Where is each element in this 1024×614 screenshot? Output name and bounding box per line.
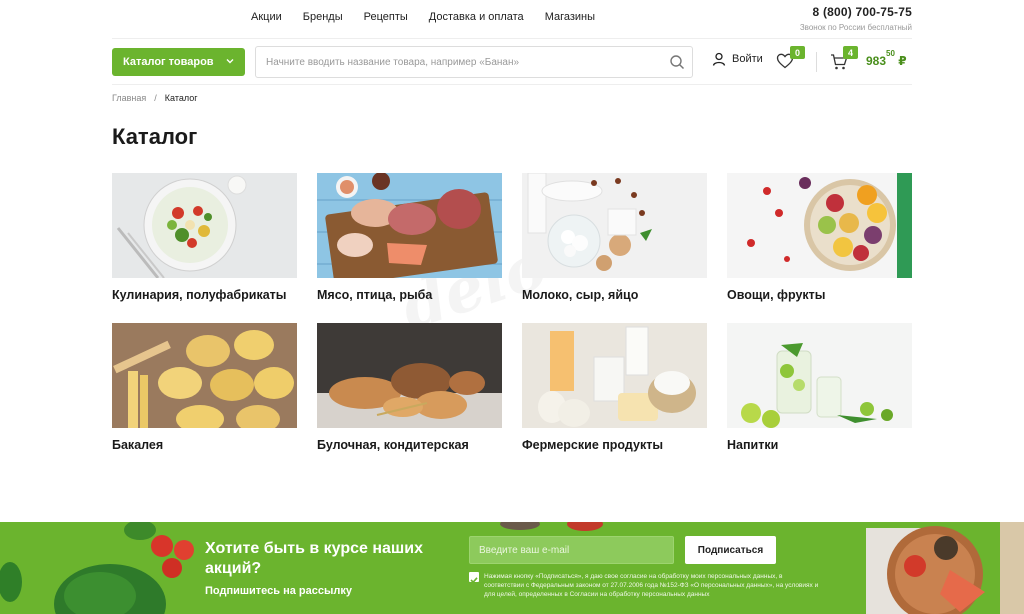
cart-total-kopecks: 50 bbox=[886, 49, 895, 58]
login-label: Войти bbox=[732, 53, 763, 65]
cart-total-main: 983 bbox=[866, 54, 887, 68]
breadcrumb: Главная / Каталог bbox=[112, 93, 198, 103]
nav-item-stores[interactable]: Магазины bbox=[545, 11, 595, 23]
phone-block: 8 (800) 700-75-75 Звонок по России беспл… bbox=[800, 5, 912, 32]
nav-item-recipes[interactable]: Рецепты bbox=[364, 11, 408, 23]
cart-count-badge: 4 bbox=[843, 46, 858, 59]
consent-text: Нажимая кнопку «Подписаться», я даю свое… bbox=[484, 573, 819, 598]
email-field-wrap bbox=[469, 536, 674, 564]
phone-note: Звонок по России бесплатный bbox=[799, 23, 912, 32]
category-image-fruits bbox=[727, 173, 912, 278]
search-icon[interactable] bbox=[669, 54, 685, 70]
category-label: Булочная, кондитерская bbox=[317, 438, 469, 452]
category-label: Фермерские продукты bbox=[522, 438, 663, 452]
email-field[interactable] bbox=[470, 537, 673, 563]
category-card[interactable]: Кулинария, полуфабрикаты bbox=[112, 173, 297, 323]
category-card[interactable]: Мясо, птица, рыба bbox=[317, 173, 502, 323]
category-card[interactable]: Фермерские продукты bbox=[522, 323, 707, 473]
category-card[interactable]: Бакалея bbox=[112, 323, 297, 473]
category-image-bakery bbox=[317, 323, 502, 428]
category-card[interactable]: Молоко, сыр, яйцо bbox=[522, 173, 707, 323]
category-card[interactable]: Булочная, кондитерская bbox=[317, 323, 502, 473]
category-card[interactable]: Напитки bbox=[727, 323, 912, 473]
top-nav: Акции Бренды Рецепты Доставка и оплата М… bbox=[251, 11, 595, 23]
cart-total[interactable]: 98350 ₽ bbox=[866, 49, 907, 68]
category-label: Кулинария, полуфабрикаты bbox=[112, 288, 287, 302]
currency-symbol: ₽ bbox=[898, 54, 907, 68]
category-image-dairy bbox=[522, 173, 707, 278]
category-label: Напитки bbox=[727, 438, 779, 452]
category-label: Овощи, фрукты bbox=[727, 288, 826, 302]
divider bbox=[112, 84, 912, 85]
newsletter-subheading: Подпишитесь на рассылку bbox=[205, 585, 352, 597]
category-grid: Кулинария, полуфабрикаты Мясо, птица, ры… bbox=[112, 173, 912, 473]
chevron-down-icon bbox=[226, 59, 234, 64]
category-image-cooking bbox=[112, 173, 297, 278]
breadcrumb-home[interactable]: Главная bbox=[112, 93, 146, 103]
catalog-button[interactable]: Каталог товаров bbox=[112, 48, 245, 76]
category-image-grocery bbox=[112, 323, 297, 428]
favorites-count-badge: 0 bbox=[790, 46, 805, 59]
divider bbox=[816, 52, 817, 72]
breadcrumb-separator: / bbox=[154, 93, 157, 103]
nav-item-brands[interactable]: Бренды bbox=[303, 11, 343, 23]
login-link[interactable]: Войти bbox=[712, 52, 763, 66]
top-bar: Акции Бренды Рецепты Доставка и оплата М… bbox=[112, 0, 912, 38]
search-box bbox=[255, 46, 693, 78]
subscribe-button[interactable]: Подписаться bbox=[685, 536, 776, 564]
category-label: Бакалея bbox=[112, 438, 164, 452]
nav-item-promos[interactable]: Акции bbox=[251, 11, 282, 23]
search-input[interactable] bbox=[256, 47, 646, 77]
divider bbox=[112, 38, 912, 39]
consent-checkbox[interactable] bbox=[469, 572, 479, 584]
category-card[interactable]: Овощи, фрукты bbox=[727, 173, 912, 323]
newsletter-heading: Хотите быть в курсе наших акций? bbox=[205, 540, 423, 577]
page-title: Каталог bbox=[112, 124, 198, 149]
check-icon bbox=[470, 577, 478, 584]
category-image-farm bbox=[522, 323, 707, 428]
category-label: Мясо, птица, рыба bbox=[317, 288, 433, 302]
category-label: Молоко, сыр, яйцо bbox=[522, 288, 639, 302]
user-icon bbox=[712, 52, 726, 66]
phone-number[interactable]: 8 (800) 700-75-75 bbox=[800, 5, 912, 19]
nav-item-delivery[interactable]: Доставка и оплата bbox=[429, 11, 524, 23]
newsletter-section: Хотите быть в курсе наших акций? Подпиши… bbox=[0, 522, 1024, 614]
breadcrumb-current: Каталог bbox=[164, 93, 198, 103]
catalog-button-label: Каталог товаров bbox=[123, 56, 214, 68]
category-image-drinks bbox=[727, 323, 912, 428]
category-image-meat bbox=[317, 173, 502, 278]
